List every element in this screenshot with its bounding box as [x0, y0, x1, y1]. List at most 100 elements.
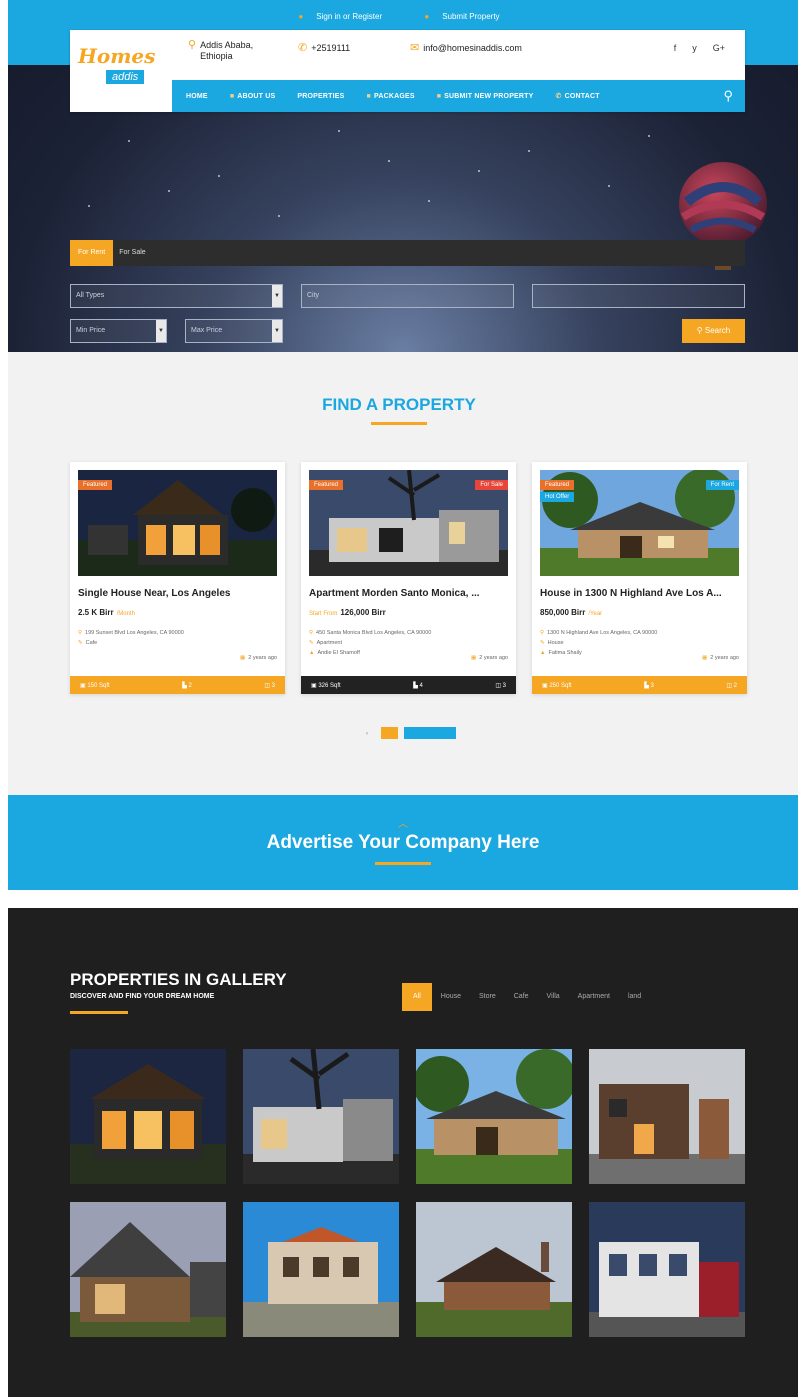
- nav-properties[interactable]: PROPERTIES: [297, 93, 344, 100]
- property-stats: ▣ 150 Sqft ▙ 2 ◫ 3: [70, 676, 285, 694]
- baths-stat: ◫ 3: [495, 682, 506, 689]
- featured-badge: Featured: [78, 480, 113, 490]
- area-icon: ▣: [311, 682, 317, 689]
- user-icon: ▲: [309, 650, 315, 656]
- logo[interactable]: Homes addis: [78, 44, 166, 96]
- property-type: ✎ Cafe: [78, 640, 98, 646]
- gallery-image[interactable]: [416, 1202, 572, 1337]
- baths-stat: ◫ 2: [726, 682, 737, 689]
- gallery-underline: [70, 1011, 128, 1014]
- featured-badge: Featured: [309, 480, 344, 490]
- signin-link[interactable]: ● Sign in or Register: [288, 12, 392, 21]
- max-price-select[interactable]: Max Price ▼: [185, 319, 283, 343]
- chevron-up-icon: ︿: [398, 819, 408, 830]
- bed-icon: ▙: [413, 682, 418, 689]
- property-price: 850,000 Birr/Year: [540, 608, 603, 617]
- tag-icon: ✎: [78, 640, 83, 646]
- filter-cafe[interactable]: Cafe: [505, 983, 538, 1011]
- filter-land[interactable]: land: [619, 983, 650, 1011]
- property-card[interactable]: Featured Hot Offer For Rent House in 130…: [532, 462, 747, 694]
- filter-store[interactable]: Store: [470, 983, 505, 1011]
- contact-location: ⚲ Addis Ababa, Ethiopia: [188, 39, 254, 62]
- header-card: Homes addis ⚲ Addis Ababa, Ethiopia ✆ +2…: [70, 30, 745, 112]
- submit-property-link[interactable]: ● Submit Property: [414, 12, 509, 21]
- nav-packages[interactable]: ■ PACKAGES: [367, 93, 415, 100]
- property-title[interactable]: House in 1300 N Highland Ave Los A...: [540, 588, 739, 599]
- gallery-image[interactable]: [243, 1049, 399, 1184]
- type-select[interactable]: All Types ▼: [70, 284, 283, 308]
- plus-icon: ●: [424, 12, 430, 21]
- gallery-image[interactable]: [589, 1049, 745, 1184]
- section-underline: [371, 422, 427, 425]
- calendar-icon: ▦: [240, 655, 246, 661]
- pager-prev[interactable]: ‹: [366, 731, 368, 737]
- logo-subtext: addis: [106, 70, 145, 84]
- main-nav: HOME ■ ABOUT US PROPERTIES ■ PACKAGES ■ SUB…: [172, 80, 745, 112]
- pager-next[interactable]: [404, 727, 456, 739]
- gallery-filters: All House Store Cafe Villa Apartment lan…: [402, 983, 650, 1011]
- property-card[interactable]: Featured For Sale Apartment Morden Santo…: [301, 462, 516, 694]
- filter-apartment[interactable]: Apartment: [569, 983, 619, 1011]
- property-address: ⚲ 1300 N Highland Ave Los Angeles, CA 900…: [540, 630, 658, 636]
- facebook-icon[interactable]: f: [674, 43, 677, 53]
- property-stats: ▣ 326 Sqft ▙ 4 ◫ 3: [301, 676, 516, 694]
- social-links: f y G+: [674, 43, 725, 53]
- tab-for-rent[interactable]: For Rent: [70, 240, 114, 266]
- gallery-image[interactable]: [70, 1202, 226, 1337]
- google-plus-icon[interactable]: G+: [713, 43, 725, 53]
- pager-page-active[interactable]: [381, 727, 398, 739]
- min-price-select[interactable]: Min Price ▼: [70, 319, 167, 343]
- nav-about[interactable]: ■ ABOUT US: [230, 93, 276, 100]
- bath-icon: ◫: [495, 682, 501, 689]
- filter-house[interactable]: House: [432, 983, 470, 1011]
- gallery-section: PROPERTIES IN GALLERY DISCOVER AND FIND …: [8, 908, 798, 1397]
- search-icon[interactable]: ⚲: [723, 88, 733, 104]
- chevron-down-icon: ▼: [156, 320, 166, 342]
- area-icon: ▣: [80, 682, 86, 689]
- contact-email: ✉ info@homesinaddis.com: [410, 42, 522, 54]
- map-pin-icon: ⚲: [309, 630, 314, 636]
- for-rent-badge: For Rent: [705, 480, 739, 490]
- envelope-icon: ✉: [410, 42, 420, 54]
- filter-villa[interactable]: Villa: [538, 983, 569, 1011]
- package-icon: ■: [366, 92, 371, 100]
- filter-all[interactable]: All: [402, 983, 432, 1011]
- calendar-icon: ▦: [471, 655, 477, 661]
- advertise-banner[interactable]: ︿ Advertise Your Company Here: [8, 795, 798, 890]
- property-age: ▦ 2 years ago: [471, 655, 508, 661]
- info-icon: ■: [229, 92, 235, 100]
- bed-icon: ▙: [644, 682, 649, 689]
- nav-home[interactable]: HOME: [186, 93, 208, 100]
- gallery-image[interactable]: [70, 1049, 226, 1184]
- property-title[interactable]: Apartment Morden Santo Monica, ...: [309, 588, 508, 599]
- property-title[interactable]: Single House Near, Los Angeles: [78, 588, 277, 599]
- phone-icon: ✆: [555, 93, 562, 100]
- tab-for-sale[interactable]: For Sale: [113, 240, 151, 266]
- advertise-underline: [375, 862, 431, 865]
- gallery-subtitle: DISCOVER AND FIND YOUR DREAM HOME: [70, 993, 215, 1000]
- gallery-image[interactable]: [589, 1202, 745, 1337]
- phone-icon: ✆: [298, 42, 308, 54]
- nav-submit-property[interactable]: ■ SUBMIT NEW PROPERTY: [437, 93, 534, 100]
- gallery-image[interactable]: [416, 1049, 572, 1184]
- area-stat: ▣ 250 Sqft: [542, 682, 572, 689]
- user-icon: ●: [298, 12, 304, 21]
- search-button[interactable]: ⚲ Search: [682, 319, 745, 343]
- twitter-icon[interactable]: y: [692, 43, 697, 53]
- nav-contact[interactable]: ✆ CONTACT: [556, 92, 600, 100]
- beds-stat: ▙ 2: [182, 682, 192, 689]
- gallery-image[interactable]: [243, 1202, 399, 1337]
- topbar-links: ● Sign in or Register ● Submit Property: [0, 12, 798, 21]
- city-input[interactable]: City: [301, 284, 514, 308]
- baths-stat: ◫ 3: [264, 682, 275, 689]
- plus-square-icon: ■: [436, 92, 442, 100]
- map-pin-icon: ⚲: [78, 630, 83, 636]
- property-type: ✎ Apartment: [309, 640, 342, 646]
- featured-badge: Featured: [540, 480, 575, 490]
- property-card[interactable]: Featured Single House Near, Los Angeles …: [70, 462, 285, 694]
- chevron-down-icon: ▼: [272, 320, 282, 342]
- calendar-icon: ▦: [702, 655, 708, 661]
- keyword-input[interactable]: [532, 284, 745, 308]
- hot-offer-badge: Hot Offer: [540, 492, 575, 502]
- property-address: ⚲ 450 Santa Monica Blvd Los Angeles, CA 9…: [309, 630, 432, 636]
